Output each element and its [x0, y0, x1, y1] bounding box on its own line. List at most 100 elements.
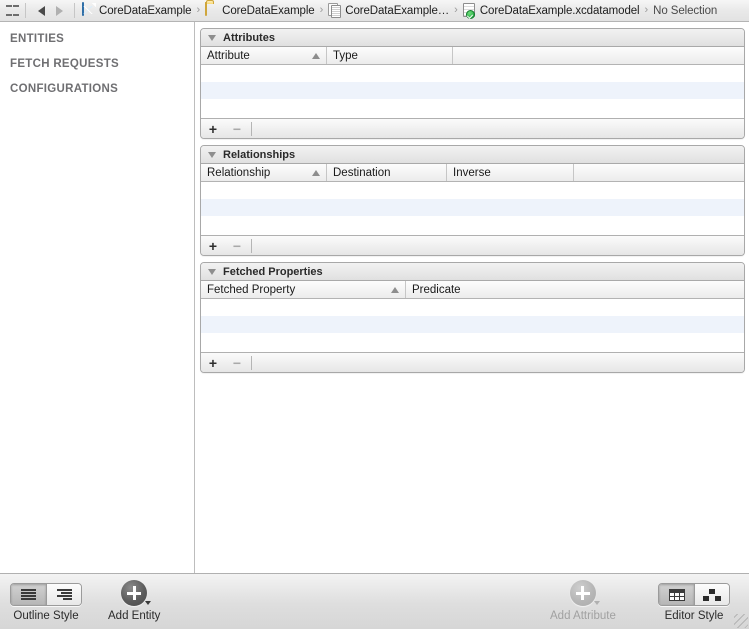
table-row[interactable] [201, 333, 744, 350]
add-relationship-row-button[interactable]: + [201, 236, 225, 255]
back-arrow-icon[interactable] [32, 2, 50, 20]
breadcrumb-item-selection[interactable]: No Selection [652, 5, 718, 17]
sort-ascending-icon [312, 169, 320, 176]
column-header-inverse[interactable]: Inverse [447, 164, 574, 181]
table-row[interactable] [201, 299, 744, 316]
column-header-label: Attribute [207, 49, 250, 62]
outline-style-control: Outline Style [10, 583, 82, 622]
breadcrumb-label: CoreDataExample… [345, 4, 450, 17]
documents-icon [328, 3, 342, 18]
column-header-predicate[interactable]: Predicate [406, 281, 744, 298]
flat-outline-icon [21, 589, 36, 600]
column-header-label: Destination [333, 166, 391, 179]
table-row[interactable] [201, 316, 744, 333]
relationships-table-footer: + − [201, 235, 744, 255]
editor-style-segment-table[interactable] [659, 584, 694, 605]
relationships-column-header: Relationship Destination Inverse [201, 164, 744, 182]
plus-circle-icon[interactable] [121, 580, 148, 606]
breadcrumb-item-project[interactable]: CoreDataExample [81, 2, 192, 18]
add-fetched-property-row-button[interactable]: + [201, 353, 225, 372]
add-entity-button[interactable] [121, 580, 152, 606]
fetched-properties-section-title: Fetched Properties [223, 265, 323, 278]
remove-relationship-row-button[interactable]: − [225, 236, 249, 255]
disclosure-triangle-down-icon[interactable] [208, 34, 216, 41]
breadcrumb-chevron-icon: › [196, 4, 201, 16]
breadcrumb-chevron-icon: › [319, 4, 324, 16]
breadcrumb-item-folder[interactable]: CoreDataExample [204, 2, 315, 18]
sidebar-item-label: FETCH REQUESTS [10, 58, 119, 70]
relationships-section-header[interactable]: Relationships [201, 146, 744, 164]
table-row[interactable] [201, 199, 744, 216]
column-header-fetched-property[interactable]: Fetched Property [201, 281, 406, 298]
fetched-properties-section-header[interactable]: Fetched Properties [201, 263, 744, 281]
jumpbar-divider-1 [25, 3, 26, 18]
editor-style-control: Editor Style [658, 583, 730, 622]
fetched-properties-column-header: Fetched Property Predicate [201, 281, 744, 299]
sidebar-item-label: ENTITIES [10, 33, 65, 45]
breadcrumb-item-documents[interactable]: CoreDataExample… [327, 3, 450, 18]
relationships-section: Relationships Relationship Destination I… [200, 145, 745, 256]
editor-style-label: Editor Style [664, 610, 724, 622]
fetched-properties-table-body[interactable] [201, 299, 744, 350]
sort-ascending-icon [391, 286, 399, 293]
fetched-properties-table-footer: + − [201, 352, 744, 372]
jumpbar-divider-2 [74, 3, 75, 18]
column-header-label: Type [333, 49, 358, 62]
column-header-spacer[interactable] [574, 164, 744, 181]
disclosure-triangle-down-icon[interactable] [208, 268, 216, 275]
column-header-spacer[interactable] [453, 47, 744, 64]
sidebar-item-fetch-requests[interactable]: FETCH REQUESTS [0, 52, 194, 77]
column-header-relationship[interactable]: Relationship [201, 164, 327, 181]
table-row[interactable] [201, 182, 744, 199]
grid-icon[interactable] [6, 5, 19, 16]
add-attribute-button[interactable] [569, 580, 600, 606]
breadcrumb-item-datamodel[interactable]: CoreDataExample.xcdatamodel [462, 3, 641, 19]
editor-style-segmented-control[interactable] [658, 583, 730, 606]
add-attribute-row-button[interactable]: + [201, 119, 225, 138]
menu-caret-icon[interactable] [593, 601, 600, 605]
plus-circle-icon[interactable] [569, 580, 596, 606]
breadcrumb-chevron-icon: › [644, 4, 649, 16]
attributes-table-body[interactable] [201, 65, 744, 116]
attributes-section: Attributes Attribute Type + − [200, 28, 745, 139]
column-header-destination[interactable]: Destination [327, 164, 447, 181]
sidebar-item-configurations[interactable]: CONFIGURATIONS [0, 77, 194, 102]
attributes-column-header: Attribute Type [201, 47, 744, 65]
hierarchical-outline-icon [56, 589, 72, 600]
datamodel-icon [463, 3, 477, 19]
disclosure-triangle-down-icon[interactable] [208, 151, 216, 158]
xcode-project-icon [82, 2, 96, 18]
outline-style-label: Outline Style [13, 610, 79, 622]
breadcrumb-chevron-icon: › [454, 4, 458, 16]
column-header-label: Fetched Property [207, 283, 296, 296]
menu-caret-icon[interactable] [145, 601, 152, 605]
status-check-badge-icon [465, 10, 475, 19]
outline-style-segment-flat[interactable] [11, 584, 46, 605]
attributes-section-header[interactable]: Attributes [201, 29, 744, 47]
xcode-coredata-editor-window: CoreDataExample › CoreDataExample › Core… [0, 0, 749, 629]
outline-style-segment-hierarchical[interactable] [46, 584, 81, 605]
sidebar-item-label: CONFIGURATIONS [10, 83, 119, 95]
forward-arrow-icon[interactable] [50, 2, 68, 20]
breadcrumb-label: CoreDataExample.xcdatamodel [479, 4, 640, 17]
table-row[interactable] [201, 82, 744, 99]
column-header-label: Relationship [207, 166, 271, 179]
column-header-type[interactable]: Type [327, 47, 453, 64]
footer-divider [251, 238, 252, 253]
table-row[interactable] [201, 99, 744, 116]
column-header-attribute[interactable]: Attribute [201, 47, 327, 64]
remove-attribute-row-button[interactable]: − [225, 119, 249, 138]
table-row[interactable] [201, 65, 744, 82]
editor-style-segment-graph[interactable] [694, 584, 729, 605]
remove-fetched-property-row-button[interactable]: − [225, 353, 249, 372]
breadcrumb-label: CoreDataExample [222, 4, 315, 17]
add-entity-label: Add Entity [108, 610, 161, 622]
outline-style-segmented-control[interactable] [10, 583, 82, 606]
table-row[interactable] [201, 216, 744, 233]
fetched-properties-section: Fetched Properties Fetched Property Pred… [200, 262, 745, 373]
sidebar-item-entities[interactable]: ENTITIES [0, 27, 194, 52]
relationships-table-body[interactable] [201, 182, 744, 233]
sort-ascending-icon [312, 52, 320, 59]
resize-grip-icon[interactable] [734, 614, 748, 628]
relationships-section-title: Relationships [223, 148, 296, 161]
